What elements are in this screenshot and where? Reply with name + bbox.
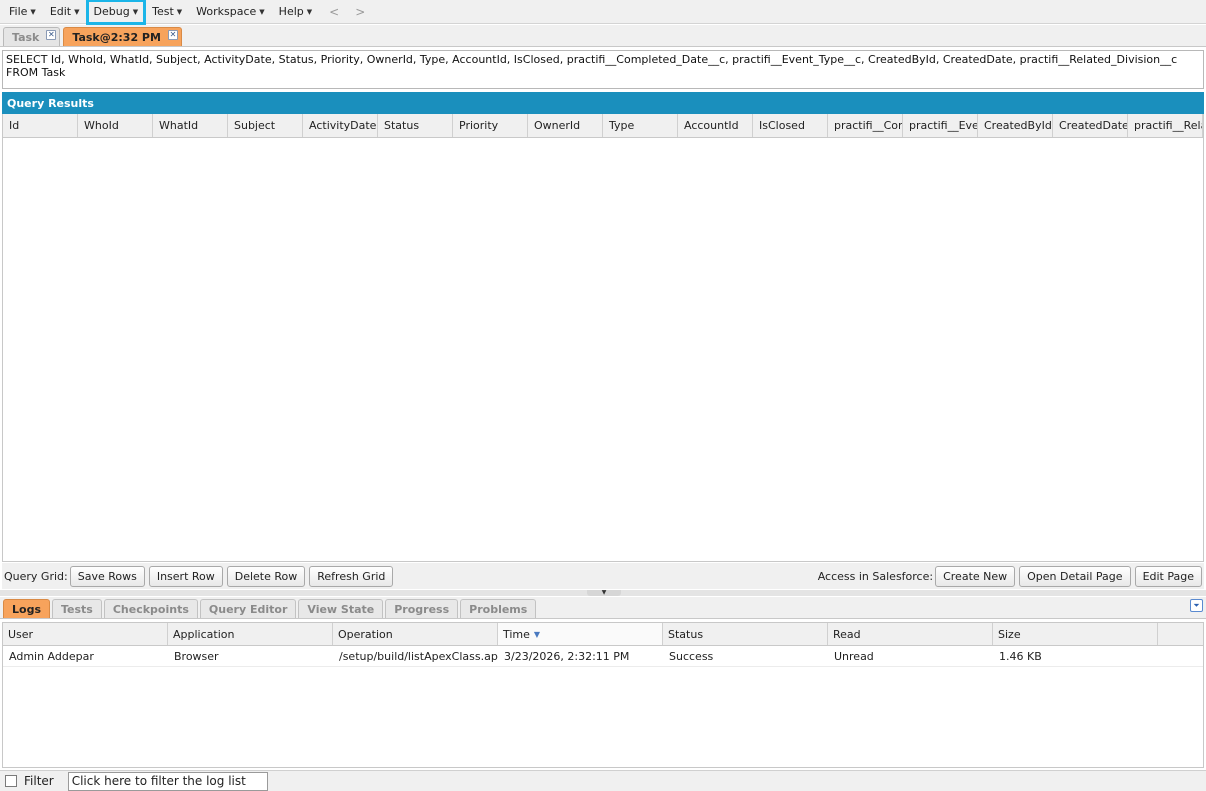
menu-edit[interactable]: Edit ▼: [45, 2, 85, 22]
filter-bar: Filter Click here to filter the log list: [0, 770, 1206, 791]
create-new-button[interactable]: Create New: [935, 565, 1016, 587]
tab-logs[interactable]: Logs: [3, 599, 50, 618]
sort-descending-icon: ▼: [533, 629, 541, 639]
menu-help-label: Help: [278, 5, 304, 18]
editor-tab-task-query[interactable]: Task@2:32 PM ✕: [63, 27, 182, 46]
editor-tab-label: Task@2:32 PM: [72, 30, 161, 44]
log-cell-status: Success: [669, 649, 714, 663]
refresh-grid-button[interactable]: Refresh Grid: [309, 565, 394, 587]
menu-test[interactable]: Test ▼: [147, 2, 187, 22]
tab-progress[interactable]: Progress: [385, 599, 459, 618]
column-header[interactable]: WhoId: [78, 114, 153, 137]
column-header-size[interactable]: Size: [993, 623, 1158, 645]
tab-problems[interactable]: Problems: [460, 599, 537, 618]
column-header-operation[interactable]: Operation: [333, 623, 498, 645]
column-header[interactable]: Type: [603, 114, 678, 137]
column-header[interactable]: WhatId: [153, 114, 228, 137]
chevron-down-icon: ▼: [176, 7, 183, 16]
chevron-down-icon: ▼: [30, 7, 36, 16]
filter-label: Filter: [24, 774, 54, 788]
menu-debug-label: Debug: [93, 5, 130, 18]
menu-edit-label: Edit: [49, 5, 72, 18]
column-header[interactable]: Priority: [453, 114, 528, 137]
close-icon[interactable]: ✕: [46, 30, 57, 40]
menu-debug[interactable]: Debug ▼: [85, 0, 147, 25]
menu-workspace-label: Workspace: [196, 5, 257, 18]
splitter-handle-icon[interactable]: ▼: [587, 590, 621, 596]
editor-tab-label: Task: [12, 30, 40, 44]
log-cell-application: Browser: [174, 649, 219, 663]
query-grid-label: Query Grid:: [4, 569, 68, 583]
log-cell-user: Admin Addepar: [9, 649, 94, 663]
tab-checkpoints[interactable]: Checkpoints: [103, 599, 198, 618]
save-rows-button[interactable]: Save Rows: [69, 565, 145, 587]
query-results-grid[interactable]: Id WhoId WhatId Subject ActivityDate Sta…: [2, 114, 1204, 562]
forward-arrow-icon[interactable]: >: [347, 5, 373, 19]
query-text-editor[interactable]: SELECT Id, WhoId, WhatId, Subject, Activ…: [2, 50, 1204, 89]
log-cell-read: Unread: [834, 649, 874, 663]
column-header[interactable]: ActivityDate: [303, 114, 378, 137]
access-in-salesforce-label: Access in Salesforce:: [817, 569, 934, 583]
column-header[interactable]: practifi__Even: [903, 114, 978, 137]
filter-checkbox[interactable]: [5, 775, 17, 787]
column-header[interactable]: Status: [378, 114, 453, 137]
back-arrow-icon[interactable]: <: [321, 5, 347, 19]
collapse-panel-icon[interactable]: ⏷: [1190, 599, 1203, 612]
log-cell-time: 3/23/2026, 2:32:11 PM: [504, 649, 630, 663]
column-header-user[interactable]: User: [3, 623, 168, 645]
editor-tab-task[interactable]: Task ✕: [3, 27, 61, 46]
column-header-read[interactable]: Read: [828, 623, 993, 645]
log-cell-size: 1.46 KB: [999, 649, 1042, 663]
tab-tests[interactable]: Tests: [52, 599, 102, 618]
query-results-header: Query Results: [2, 92, 1204, 114]
column-header[interactable]: practifi__Relat: [1128, 114, 1203, 137]
column-header[interactable]: Id: [3, 114, 78, 137]
menu-workspace[interactable]: Workspace ▼: [191, 2, 270, 22]
tab-query-editor[interactable]: Query Editor: [199, 599, 297, 618]
menu-help[interactable]: Help ▼: [274, 2, 317, 22]
chevron-down-icon: ▼: [74, 7, 80, 16]
delete-row-button[interactable]: Delete Row: [226, 565, 306, 587]
log-cell-operation: /setup/build/listApexClass.ap...: [339, 649, 498, 663]
edit-page-button[interactable]: Edit Page: [1134, 565, 1202, 587]
insert-row-button[interactable]: Insert Row: [148, 565, 223, 587]
menu-file-label: File: [9, 5, 28, 18]
column-header[interactable]: IsClosed: [753, 114, 828, 137]
column-header[interactable]: Subject: [228, 114, 303, 137]
chevron-down-icon: ▼: [259, 7, 265, 16]
grid-header-row: Id WhoId WhatId Subject ActivityDate Sta…: [3, 114, 1203, 138]
tab-view-state[interactable]: View State: [298, 599, 384, 618]
chevron-down-icon: ▼: [132, 7, 139, 16]
column-header-time[interactable]: Time ▼: [498, 623, 663, 645]
filter-input[interactable]: Click here to filter the log list: [67, 771, 268, 791]
column-header[interactable]: AccountId: [678, 114, 753, 137]
column-header[interactable]: practifi__Com: [828, 114, 903, 137]
column-header-status[interactable]: Status: [663, 623, 828, 645]
column-header[interactable]: CreatedDate: [1053, 114, 1128, 137]
logs-header-row: User Application Operation Time ▼ Status …: [3, 623, 1203, 646]
logs-grid[interactable]: User Application Operation Time ▼ Status …: [2, 622, 1204, 768]
column-header[interactable]: CreatedById: [978, 114, 1053, 137]
query-grid-toolbar: Query Grid: Save Rows Insert Row Delete …: [2, 563, 1204, 589]
panel-splitter[interactable]: ▼: [0, 590, 1206, 596]
editor-tab-bar: Task ✕ Task@2:32 PM ✕: [0, 25, 1206, 47]
column-header-time-label: Time: [503, 627, 530, 641]
table-row[interactable]: Admin Addepar Browser /setup/build/listA…: [3, 646, 1203, 667]
menu-bar: File ▼ Edit ▼ Debug ▼ Test ▼ Workspace ▼ Help…: [0, 0, 1206, 25]
menu-test-label: Test: [152, 5, 174, 18]
open-detail-page-button[interactable]: Open Detail Page: [1019, 565, 1131, 587]
close-icon[interactable]: ✕: [167, 30, 178, 40]
column-header[interactable]: OwnerId: [528, 114, 603, 137]
column-header-application[interactable]: Application: [168, 623, 333, 645]
bottom-panel-tabs: Logs Tests Checkpoints Query Editor View…: [0, 597, 1206, 619]
chevron-down-icon: ▼: [306, 7, 313, 16]
menu-file[interactable]: File ▼: [4, 2, 41, 22]
